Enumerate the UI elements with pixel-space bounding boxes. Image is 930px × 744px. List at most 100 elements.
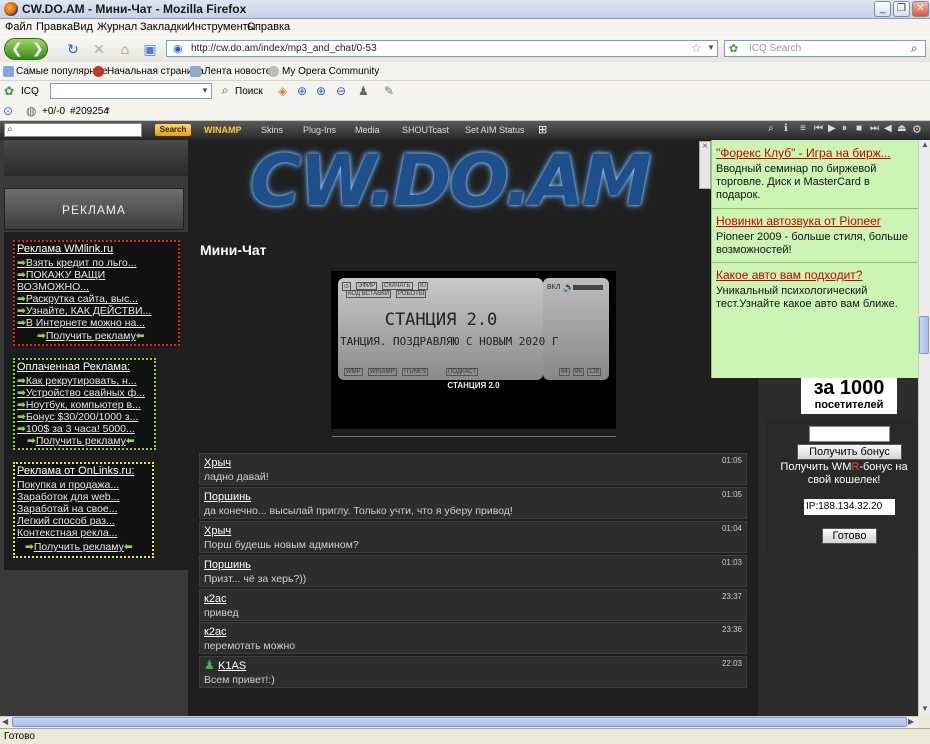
player-tab-yu[interactable]: Ю	[418, 282, 429, 290]
close-button[interactable]: ✕	[912, 1, 929, 17]
player-itunes[interactable]: ITUNES	[402, 368, 429, 376]
ad-link[interactable]: ВОЗМОЖНО...	[17, 281, 177, 293]
wallet-input[interactable]	[809, 426, 890, 442]
icq-search-button[interactable]: Поиск	[235, 86, 263, 97]
forward-arrow-icon[interactable]: ❯	[32, 40, 44, 57]
zoom-in-icon[interactable]: ⊕	[316, 84, 326, 98]
ad-link-text[interactable]: В Интернете можно на...	[26, 317, 145, 329]
minimize-button[interactable]: _	[874, 1, 891, 17]
ad-link[interactable]: ➡100$ за 3 часа! 5000...	[17, 423, 154, 435]
url-dropdown-icon[interactable]: ▼	[707, 43, 715, 52]
search-icon[interactable]: ⌕	[768, 123, 774, 134]
winamp-search-input[interactable]: ⌕	[4, 123, 142, 137]
winamp-brand[interactable]: WINAMP	[204, 125, 242, 135]
ad-link[interactable]: Заработай на свое...	[17, 503, 152, 515]
context-ad-title[interactable]: Новинки автозвука от Pioneer	[716, 214, 916, 228]
toolbar-icon[interactable]: ◈	[278, 84, 287, 98]
play-icon[interactable]: ⊙	[3, 104, 13, 118]
ad-link-text[interactable]: Контекстная рекла...	[17, 527, 117, 539]
chat-author[interactable]: Поршинь	[204, 491, 251, 503]
ad-box-title[interactable]: Оплаченная Реклама:	[17, 361, 130, 373]
playlist-icon[interactable]: ≡	[800, 123, 806, 134]
chat-author[interactable]: K1AS	[218, 660, 246, 672]
ad-link[interactable]: Контекстная рекла...	[17, 527, 152, 539]
chat-author[interactable]: Хрыч	[204, 457, 231, 469]
ad-link-text[interactable]: Легкий способ раз...	[17, 515, 115, 527]
site-logo[interactable]: CW.DO.AM	[250, 142, 670, 220]
menu-view[interactable]: Вид	[73, 21, 93, 33]
ad-link[interactable]: ➡Устройство свайных ф...	[17, 387, 154, 399]
add-icon[interactable]: ⊞	[538, 123, 547, 136]
ad-close-tab[interactable]: ✕	[699, 141, 711, 189]
ad-link-text[interactable]: Раскрутка сайта, выс...	[26, 293, 138, 305]
get-bonus-button[interactable]: Получить бонус	[797, 444, 902, 460]
menu-bookmarks[interactable]: Закладки	[140, 21, 188, 33]
chat-author[interactable]: к2ас	[204, 626, 227, 638]
ip-field[interactable]: IP:188.134.32.20	[804, 499, 895, 515]
ad-link-text[interactable]: Узнайте, КАК ДЕЙСТВИ...	[26, 305, 152, 317]
ad-link-text[interactable]: Устройство свайных ф...	[26, 387, 145, 399]
winamp-plugins-menu[interactable]: Plug-Ins	[303, 125, 336, 135]
ad-link[interactable]: ➡В Интернете можно на...	[17, 317, 177, 329]
back-forward-buttons[interactable]: ❮ ❯	[4, 38, 48, 60]
get-ad-text[interactable]: Получить рекламу	[36, 435, 126, 447]
visitor-counter-banner[interactable]: за 1000 посетителей	[801, 378, 897, 414]
player-tab-download[interactable]: СКАЧАТЬ	[382, 282, 413, 290]
info-icon[interactable]: ℹ	[784, 123, 788, 134]
ad-box-title[interactable]: Реклама WMlink.ru	[17, 243, 113, 255]
ad-link-text[interactable]: 100$ за 3 часа! 5000...	[26, 423, 135, 435]
ad-link[interactable]: ➡ПОКАЖУ ВАЩИ	[17, 269, 177, 281]
chevron-down-icon[interactable]: ▼	[201, 86, 209, 95]
zoom-out-icon[interactable]: ⊖	[336, 84, 346, 98]
get-ad-link[interactable]: ➡Получить рекламу⬅	[37, 330, 145, 342]
menu-file[interactable]: Файл	[5, 21, 32, 33]
scroll-down-icon[interactable]: ▼	[921, 704, 929, 713]
ad-link[interactable]: ➡Бонус $30/200/1000 з...	[17, 411, 154, 423]
previous-icon[interactable]: ⏮	[814, 123, 823, 134]
url-bar[interactable]: ◉ http://cw.do.am/index/mp3_and_chat/0-5…	[166, 40, 718, 57]
bookmark-news[interactable]: Лента новостей	[204, 66, 277, 77]
winamp-skins-menu[interactable]: Skins	[261, 125, 283, 135]
ad-box-title[interactable]: Реклама от OnLinks.ru:	[17, 465, 134, 477]
winamp-aim-menu[interactable]: Set AIM Status	[465, 125, 525, 135]
ad-link[interactable]: ➡Раскрутка сайта, выс...	[17, 293, 177, 305]
ad-link-text[interactable]: ВОЗМОЖНО...	[17, 281, 89, 293]
vertical-scrollbar[interactable]: ▲ ▼	[918, 140, 930, 716]
ad-link[interactable]: Легкий способ раз...	[17, 515, 152, 527]
scroll-left-icon[interactable]: ◀	[2, 717, 8, 726]
ad-link[interactable]: Заработок для web...	[17, 491, 152, 503]
player-tab-live[interactable]: ЭФИР	[356, 282, 378, 290]
player-wmp[interactable]: WMP	[344, 368, 363, 376]
pause-icon[interactable]: ⏸	[842, 123, 847, 134]
reload-icon[interactable]: ↻	[64, 40, 82, 58]
get-ad-text[interactable]: Получить рекламу	[46, 330, 136, 342]
done-button[interactable]: Готово	[822, 528, 877, 544]
menu-history[interactable]: Журнал	[97, 21, 137, 33]
search-box[interactable]: ✿ ICQ Search ⌕	[724, 40, 926, 57]
ad-link-text[interactable]: Покупка и продажа...	[17, 479, 119, 491]
context-ad-title[interactable]: Какое авто вам подходит?	[716, 268, 916, 282]
menu-tools[interactable]: Инструменты	[187, 21, 256, 33]
bitrate-64[interactable]: 64	[559, 368, 570, 376]
scroll-up-icon[interactable]: ▲	[921, 140, 929, 149]
zoom-icon[interactable]: ⊕	[297, 84, 307, 98]
icq-label[interactable]: ICQ	[21, 86, 39, 97]
player-winamp[interactable]: WINAMP	[368, 368, 397, 376]
back-arrow-icon[interactable]: ❮	[11, 40, 23, 57]
open-icon[interactable]: ⏏	[897, 123, 906, 134]
home-icon[interactable]: ⌂	[116, 40, 134, 58]
bitrate-128[interactable]: 128	[587, 368, 602, 376]
player-tab-embed[interactable]: КОД ВСТАВКИ	[346, 290, 391, 298]
chat-author[interactable]: Хрыч	[204, 525, 231, 537]
vertical-scroll-thumb[interactable]	[919, 316, 929, 354]
ad-link-text[interactable]: ПОКАЖУ ВАЩИ	[26, 269, 105, 281]
get-ad-text[interactable]: Получить рекламу	[34, 541, 124, 553]
gear-icon[interactable]: ⚙	[912, 123, 922, 136]
ad-link-text[interactable]: Заработай на свое...	[17, 503, 118, 515]
bookmark-opera[interactable]: My Opera Community	[282, 66, 379, 77]
menu-edit[interactable]: Правка	[36, 21, 73, 33]
get-ad-link[interactable]: ➡Получить рекламу⬅	[25, 541, 133, 553]
ad-link-text[interactable]: Ноутбук, компьютер в...	[26, 399, 141, 411]
bitrate-96[interactable]: 96	[573, 368, 584, 376]
horizontal-scroll-thumb[interactable]	[12, 717, 907, 727]
